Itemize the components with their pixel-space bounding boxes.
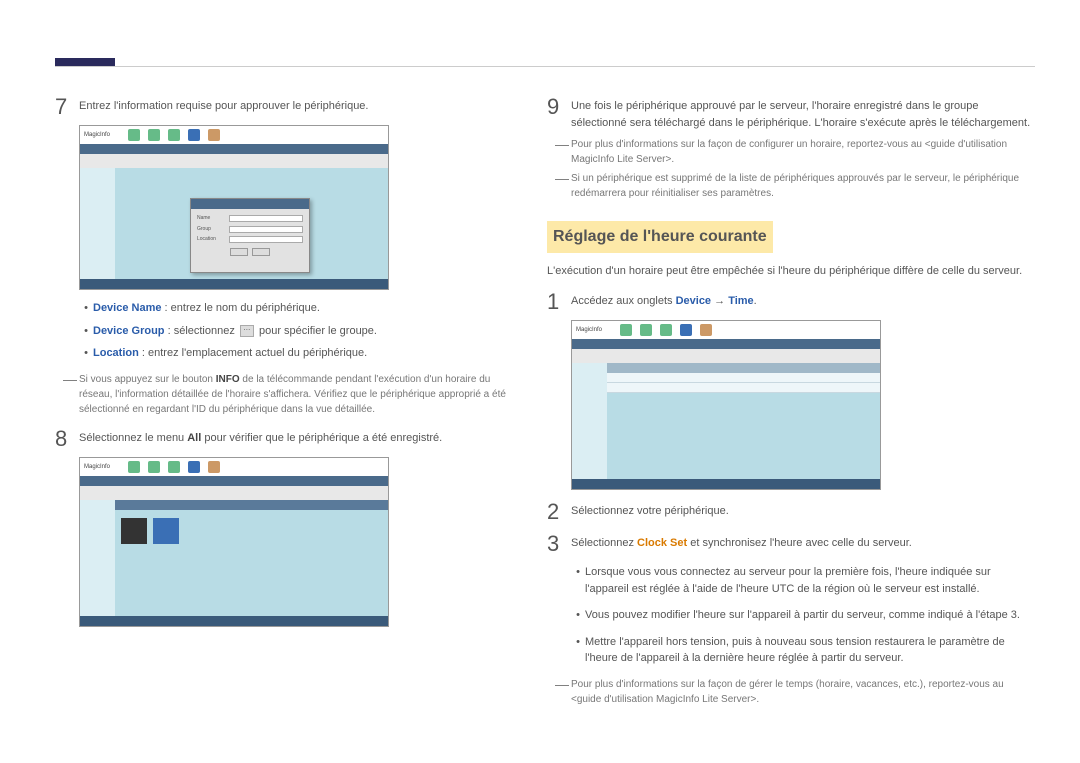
bullet-location: • Location : entrez l'emplacement actuel… [79,345,525,362]
bullet-modify-time: •Vous pouvez modifier l'heure sur l'appa… [571,607,1035,624]
section-heading-time: Réglage de l'heure courante [547,221,773,253]
note-9a: ― Pour plus d'informations sur la façon … [547,137,1035,167]
section-intro: L'exécution d'un horaire peut être empêc… [547,263,1035,280]
group-selector-icon: ⋯ [240,325,254,337]
step-number: 8 [55,427,79,451]
bullet-device-group: • Device Group : sélectionnez ⋯ pour spé… [79,323,525,340]
screenshot-all-menu: MagicInfo [79,457,389,627]
note-9b: ― Si un périphérique est supprimé de la … [547,171,1035,201]
step-3-time: 3 Sélectionnez Clock Set et synchronisez… [547,532,1035,556]
step-text: Sélectionnez Clock Set et synchronisez l… [571,532,1035,556]
step-2-time: 2 Sélectionnez votre périphérique. [547,500,1035,524]
approve-dialog: Name Group Location [190,198,310,273]
screenshot-approve-device: MagicInfo Name Group Location [79,125,389,290]
step-number: 9 [547,95,571,131]
step-1-time: 1 Accédez aux onglets Device → Time. [547,290,1035,314]
bullet-power-cycle: •Mettre l'appareil hors tension, puis à … [571,634,1035,667]
left-column: 7 Entrez l'information requise pour appr… [55,95,525,627]
note-step7: ― Si vous appuyez sur le bouton INFO de … [55,372,525,417]
step-8: 8 Sélectionnez le menu All pour vérifier… [55,427,525,451]
bullet-utc: •Lorsque vous vous connectez au serveur … [571,564,1035,597]
bullet-device-name: • Device Name : entrez le nom du périphé… [79,300,525,317]
note-end: ― Pour plus d'informations sur la façon … [547,677,1035,707]
screenshot-device-time: MagicInfo [571,320,881,490]
app-brand: MagicInfo [84,131,110,140]
bullets-step3: •Lorsque vous vous connectez au serveur … [571,564,1035,667]
step-number: 7 [55,95,79,119]
right-column: 9 Une fois le périphérique approuvé par … [547,95,1035,717]
step-text: Entrez l'information requise pour approu… [79,95,525,119]
step-text: Sélectionnez le menu All pour vérifier q… [79,427,525,451]
step-9: 9 Une fois le périphérique approuvé par … [547,95,1035,131]
header-divider [55,66,1035,67]
step-number: 3 [547,532,571,556]
app-brand: MagicInfo [84,463,110,472]
bullets-step7: • Device Name : entrez le nom du périphé… [79,300,525,362]
step-7: 7 Entrez l'information requise pour appr… [55,95,525,119]
step-number: 1 [547,290,571,314]
header-accent-bar [55,58,115,66]
step-number: 2 [547,500,571,524]
step-text: Sélectionnez votre périphérique. [571,500,1035,524]
step-text: Accédez aux onglets Device → Time. [571,290,1035,314]
app-brand: MagicInfo [576,326,602,335]
step-text: Une fois le périphérique approuvé par le… [571,95,1035,131]
